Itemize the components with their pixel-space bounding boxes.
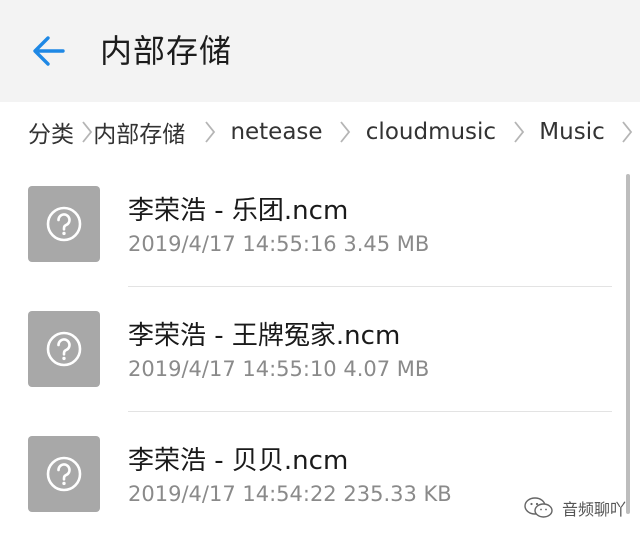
breadcrumb-item-internal-storage[interactable]: 内部存储	[93, 115, 185, 149]
chevron-right-icon	[333, 117, 358, 147]
watermark-text: 音频聊吖	[561, 500, 626, 519]
breadcrumb-item-cloudmusic[interactable]: cloudmusic	[366, 119, 496, 145]
file-size: 235.33 KB	[343, 482, 452, 506]
file-name: 李荣浩 - 乐团.ncm	[128, 196, 349, 226]
file-name: 李荣浩 - 王牌冤家.ncm	[128, 321, 401, 351]
title-bar: 内部存储	[0, 0, 640, 102]
breadcrumb-item-music[interactable]: Music	[539, 119, 604, 145]
file-name: 李荣浩 - 贝贝.ncm	[128, 446, 349, 476]
wechat-icon	[524, 497, 553, 518]
file-size: 3.45 MB	[343, 232, 430, 256]
unknown-file-icon	[28, 436, 100, 512]
list-item[interactable]: 李荣浩 - 王牌冤家.ncm 2019/4/17 14:55:10 4.07 M…	[0, 287, 640, 412]
file-date: 2019/4/17 14:55:10	[128, 357, 337, 381]
question-icon	[46, 331, 82, 367]
page-title: 内部存储	[100, 32, 233, 70]
chevron-right-icon	[506, 117, 531, 147]
file-list: 李荣浩 - 乐团.ncm 2019/4/17 14:55:16 3.45 MB …	[0, 162, 640, 537]
breadcrumb-item-netease[interactable]: netease	[230, 119, 322, 145]
breadcrumb-item-category[interactable]: 分类	[28, 115, 74, 149]
file-size: 4.07 MB	[343, 357, 430, 381]
question-icon	[46, 456, 82, 492]
unknown-file-icon	[28, 311, 100, 387]
file-meta: 2019/4/17 14:55:16 3.45 MB	[128, 232, 429, 256]
chevron-right-icon	[197, 117, 222, 147]
unknown-file-icon	[28, 186, 100, 262]
breadcrumb: 分类 内部存储 netease cloudmusic Music	[0, 102, 640, 162]
list-item[interactable]: 李荣浩 - 乐团.ncm 2019/4/17 14:55:16 3.45 MB	[0, 162, 640, 287]
file-meta: 2019/4/17 14:55:10 4.07 MB	[128, 357, 429, 381]
back-button[interactable]	[28, 30, 70, 72]
watermark: 音频聊吖	[524, 496, 626, 520]
file-date: 2019/4/17 14:55:16	[128, 232, 337, 256]
question-icon	[46, 206, 82, 242]
file-date: 2019/4/17 14:54:22	[128, 482, 337, 506]
chevron-right-icon	[615, 117, 640, 147]
file-meta: 2019/4/17 14:54:22 235.33 KB	[128, 482, 452, 506]
scrollbar[interactable]	[626, 174, 630, 514]
arrow-left-icon	[33, 36, 65, 66]
